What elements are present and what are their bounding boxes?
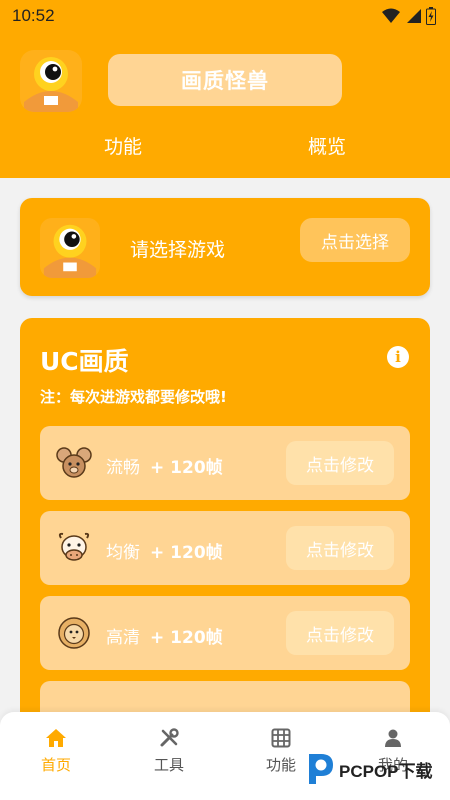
header: 画质怪兽 功能 概览 bbox=[0, 32, 450, 178]
tab-feature[interactable]: 功能 bbox=[104, 132, 142, 159]
nav-label: 首页 bbox=[40, 756, 71, 774]
wifi-icon bbox=[382, 8, 400, 23]
modify-button-hd[interactable]: 点击修改 bbox=[286, 611, 394, 655]
signal-icon bbox=[407, 9, 421, 23]
info-icon[interactable]: i bbox=[387, 346, 409, 368]
app-title: 画质怪兽 bbox=[108, 54, 342, 106]
lion-icon bbox=[58, 617, 90, 649]
mode-fps: + 120帧 bbox=[150, 628, 223, 648]
status-time: 10:52 bbox=[12, 6, 55, 25]
mode-name: 流畅 bbox=[106, 458, 140, 478]
nav-item-home[interactable]: 首页 bbox=[21, 728, 91, 775]
mode-row-balanced: 均衡 + 120帧 点击修改 bbox=[40, 511, 410, 585]
grid-icon bbox=[271, 728, 291, 748]
app-avatar[interactable] bbox=[20, 50, 82, 112]
modify-button-smooth[interactable]: 点击修改 bbox=[286, 441, 394, 485]
mode-row-smooth: 流畅 + 120帧 点击修改 bbox=[40, 426, 410, 500]
mode-fps: + 120帧 bbox=[150, 458, 223, 478]
mode-name: 均衡 bbox=[106, 543, 140, 563]
status-icons bbox=[382, 7, 436, 25]
nav-label: 工具 bbox=[153, 756, 184, 774]
nav-item-tools[interactable]: 工具 bbox=[134, 728, 204, 775]
select-game-button[interactable]: 点击选择 bbox=[300, 218, 410, 262]
game-select-card: 请选择游戏 点击选择 bbox=[20, 198, 430, 296]
mouse-icon bbox=[56, 447, 92, 478]
game-avatar bbox=[40, 218, 100, 278]
nav-label: 功能 bbox=[265, 756, 296, 774]
battery-icon bbox=[426, 7, 436, 25]
pcpop-logo-icon bbox=[309, 754, 333, 784]
mode-name: 高清 bbox=[106, 628, 140, 648]
uc-note: 注：每次进游戏都要修改哦! bbox=[40, 388, 227, 406]
modify-button-balanced[interactable]: 点击修改 bbox=[286, 526, 394, 570]
tab-overview[interactable]: 概览 bbox=[308, 132, 346, 159]
uc-quality-card: UC画质 i 注：每次进游戏都要修改哦! 流畅 + 120帧 点击修改 均衡 +… bbox=[20, 318, 430, 755]
cow-icon bbox=[58, 532, 90, 561]
mode-fps: + 120帧 bbox=[150, 543, 223, 563]
select-game-prompt: 请选择游戏 bbox=[130, 239, 226, 261]
status-bar: 10:52 bbox=[0, 0, 450, 32]
uc-title: UC画质 bbox=[40, 347, 129, 376]
tools-icon bbox=[160, 728, 179, 747]
person-icon bbox=[385, 729, 401, 747]
mode-row-hd: 高清 + 120帧 点击修改 bbox=[40, 596, 410, 670]
home-icon bbox=[46, 729, 66, 747]
watermark: PCPOP下载 bbox=[305, 752, 433, 786]
watermark-text: PCPOP下载 bbox=[339, 761, 433, 781]
